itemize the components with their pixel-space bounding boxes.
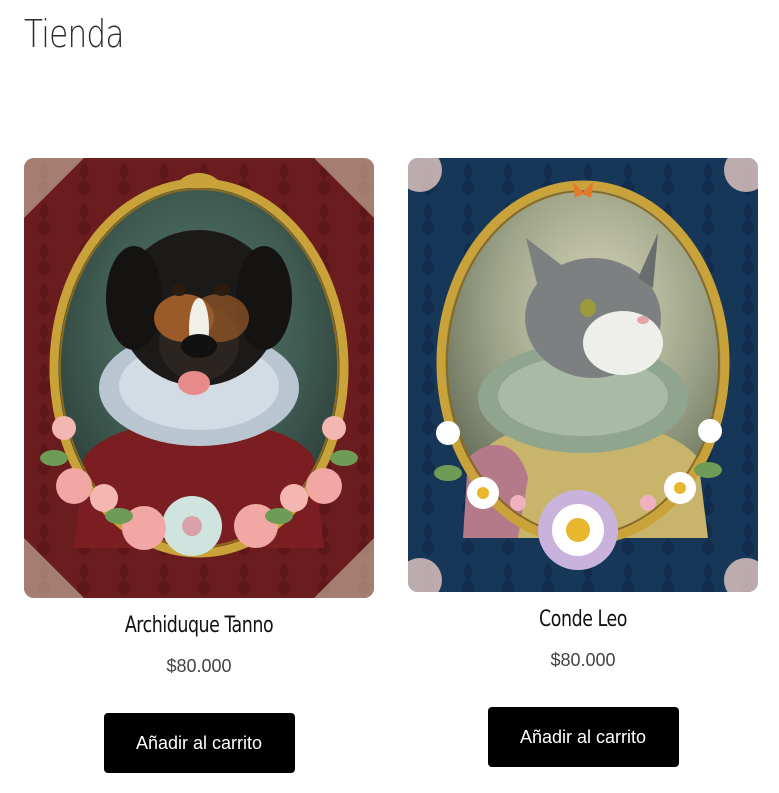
product-name[interactable]: Archiduque Tanno: [45, 613, 353, 638]
product-card: Archiduque Tanno $80.000 Añadir al carri…: [24, 158, 374, 773]
cat-portrait-image: [408, 158, 758, 592]
dog-portrait-image: [24, 158, 374, 598]
page-title: Tienda: [24, 12, 124, 56]
product-name[interactable]: Conde Leo: [429, 607, 737, 632]
product-card: Conde Leo $80.000 Añadir al carrito: [408, 158, 758, 767]
add-to-cart-button[interactable]: Añadir al carrito: [487, 707, 679, 767]
product-price: $80.000: [550, 650, 616, 670]
add-to-cart-button[interactable]: Añadir al carrito: [103, 713, 295, 773]
product-image[interactable]: [408, 158, 758, 592]
product-price: $80.000: [166, 656, 232, 676]
product-image[interactable]: [24, 158, 374, 598]
